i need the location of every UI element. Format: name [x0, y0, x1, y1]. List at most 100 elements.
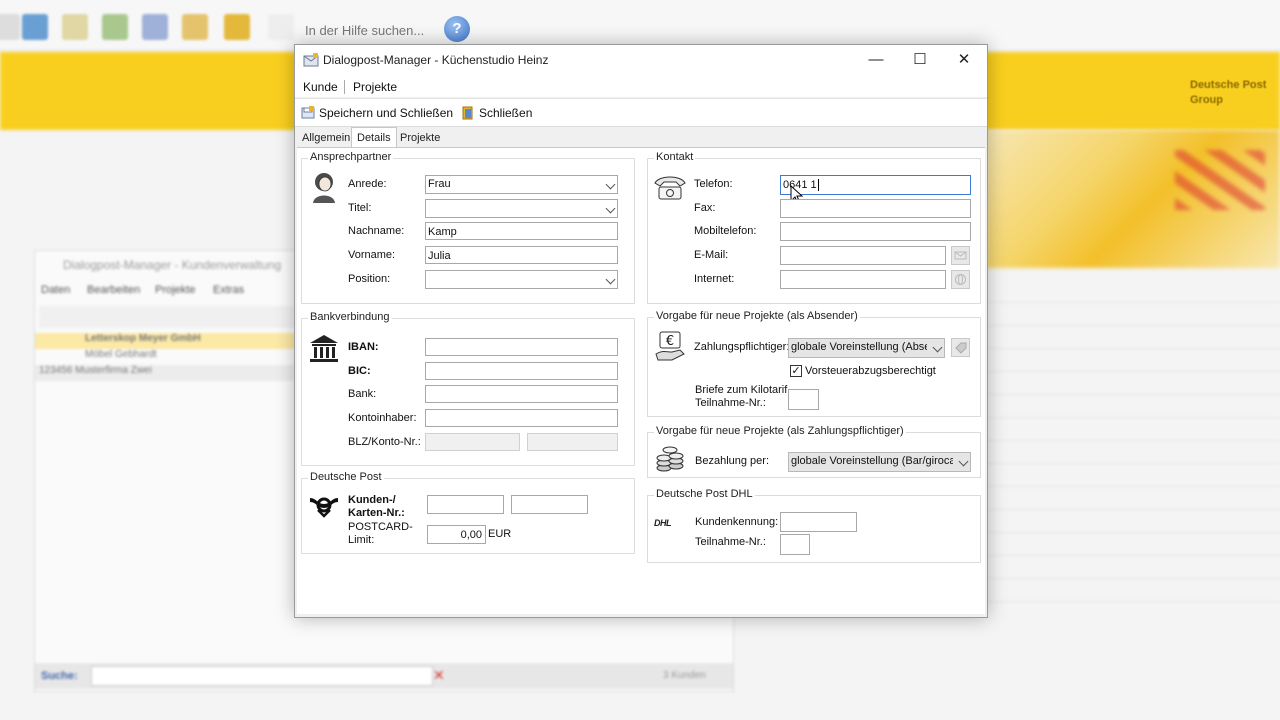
toolbar-icon	[62, 14, 88, 40]
close-button[interactable]: ✕	[941, 45, 987, 75]
menu-item-extras[interactable]: Extras	[213, 284, 244, 296]
bezahlung-select[interactable]: globale Voreinstellung (Bar/girocar	[788, 452, 971, 472]
postcard-label: POSTCARD-	[348, 521, 413, 533]
konto-input	[527, 433, 618, 451]
postcard-limit-input[interactable]: 0,00	[427, 525, 486, 544]
app-icon	[303, 53, 319, 67]
tag-icon	[955, 342, 967, 354]
group-title: Vorgabe für neue Projekte (als Absender)	[654, 310, 860, 322]
kunden-nr-input[interactable]	[427, 495, 504, 514]
group-ansprechpartner: Ansprechpartner Anrede: Frau Titel: Nach…	[301, 151, 635, 304]
text-caret	[817, 179, 819, 192]
telefon-input[interactable]: 0641 1	[780, 175, 971, 195]
kundenkennung-input[interactable]	[780, 512, 857, 532]
zahlungspflichtiger-value: globale Voreinstellung (Abser	[791, 341, 927, 353]
globe-icon	[955, 274, 966, 285]
bezahlung-value: globale Voreinstellung (Bar/girocar	[791, 455, 953, 467]
internet-input[interactable]	[780, 270, 946, 289]
clear-search-icon[interactable]: ✕	[433, 667, 445, 684]
menu-kunde[interactable]: Kunde	[303, 80, 338, 94]
zahlungspflichtiger-select[interactable]: globale Voreinstellung (Abser	[788, 338, 945, 358]
anrede-select[interactable]: Frau	[425, 175, 618, 194]
vorname-label: Vorname:	[348, 249, 396, 261]
search-bar: Suche: ✕ 3 Kunden	[35, 663, 733, 689]
chevron-down-icon	[605, 203, 616, 214]
kartennr-label: Karten-Nr.:	[348, 507, 405, 519]
vorsteuer-checkbox[interactable]: ✓	[790, 365, 802, 377]
nachname-input[interactable]: Kamp	[425, 222, 618, 240]
group-kontakt: Kontakt Telefon: 0641 1 Fax: Mobiltelefo…	[647, 151, 981, 304]
dhl-teilnahme-label: Teilnahme-Nr.:	[695, 536, 766, 548]
bank-input[interactable]	[425, 385, 618, 403]
minimize-button[interactable]: —	[853, 45, 899, 75]
menu-item-projekte[interactable]: Projekte	[155, 284, 195, 296]
search-input[interactable]	[91, 666, 433, 686]
toolbar: Speichern und Schließen Schließen	[295, 98, 987, 127]
bank-icon	[310, 335, 338, 362]
kontoinhaber-input[interactable]	[425, 409, 618, 427]
fax-label: Fax:	[694, 202, 716, 214]
blz-label: BLZ/Konto-Nr.:	[348, 436, 421, 448]
zahlungspflichtiger-edit-button[interactable]	[951, 338, 970, 357]
customer-count: 3 Kunden	[663, 670, 706, 681]
toolbar-icon	[224, 14, 250, 40]
email-label: E-Mail:	[694, 249, 729, 261]
fax-input[interactable]	[780, 199, 971, 218]
tab-details[interactable]: Details	[351, 127, 397, 149]
background-left-labels	[0, 255, 36, 655]
group-title: Deutsche Post	[308, 471, 384, 483]
help-search-input[interactable]: In der Hilfe suchen...	[305, 23, 424, 38]
titel-select[interactable]	[425, 199, 618, 218]
euro-hand-icon: €	[655, 331, 685, 361]
tab-projekte[interactable]: Projekte	[395, 130, 445, 148]
dhl-teilnahme-input[interactable]	[780, 534, 810, 555]
kilotarif-teilnahme-input[interactable]	[788, 389, 819, 410]
bezahlung-label: Bezahlung per:	[695, 455, 769, 467]
group-title: Ansprechpartner	[308, 151, 394, 163]
nachname-label: Nachname:	[348, 225, 405, 237]
mobiltelefon-label: Mobiltelefon:	[694, 225, 757, 237]
group-title: Vorgabe für neue Projekte (als Zahlungsp…	[654, 425, 906, 437]
chevron-down-icon	[605, 179, 616, 190]
tab-allgemein[interactable]: Allgemein	[297, 130, 355, 148]
email-input[interactable]	[780, 246, 946, 265]
open-website-button[interactable]	[951, 270, 970, 289]
list-item[interactable]: Letterskop Meyer GmbH	[35, 333, 315, 349]
menu-item-bearbeiten[interactable]: Bearbeiten	[87, 284, 140, 296]
bic-input[interactable]	[425, 362, 618, 380]
menu-item-daten[interactable]: Daten	[41, 284, 70, 296]
menu-separator	[344, 80, 345, 94]
help-icon[interactable]: ?	[444, 16, 470, 42]
internet-label: Internet:	[694, 273, 735, 285]
send-email-button[interactable]	[951, 246, 970, 265]
list-item[interactable]: Möbel Gebhardt	[35, 349, 315, 365]
menu-projekte[interactable]: Projekte	[353, 80, 397, 94]
maximize-button[interactable]: ☐	[897, 45, 943, 75]
zahlungspflichtiger-label: Zahlungspflichtiger:	[694, 341, 790, 353]
post-horn-icon	[310, 497, 338, 518]
karten-nr-input[interactable]	[511, 495, 588, 514]
title-bar[interactable]: Dialogpost-Manager - Küchenstudio Heinz …	[295, 45, 987, 75]
customer-list: Letterskop Meyer GmbH Möbel Gebhardt 123…	[35, 333, 315, 381]
group-title: Deutsche Post DHL	[654, 488, 755, 500]
toolbar-icon	[102, 14, 128, 40]
list-item[interactable]: 123456 Musterfirma Zwei	[35, 365, 315, 381]
vorname-input[interactable]: Julia	[425, 246, 618, 264]
kilotarif-label: Briefe zum Kilotarif	[695, 384, 788, 396]
iban-input[interactable]	[425, 338, 618, 356]
tab-strip: Allgemein Details Projekte	[295, 127, 987, 149]
brand-text: Deutsche Post Group	[1190, 78, 1266, 108]
chevron-down-icon	[932, 342, 943, 353]
close-dialog-button[interactable]: Schließen	[461, 103, 532, 123]
group-title: Bankverbindung	[308, 311, 392, 323]
anrede-label: Anrede:	[348, 178, 387, 190]
menu-bar: Kunde Projekte	[295, 75, 987, 97]
chevron-down-icon	[958, 456, 969, 467]
telefon-label: Telefon:	[694, 178, 733, 190]
telephone-icon	[654, 176, 686, 200]
save-and-close-button[interactable]: Speichern und Schließen	[301, 103, 453, 123]
position-select[interactable]	[425, 270, 618, 289]
close-label: Schließen	[479, 106, 533, 120]
group-bankverbindung: Bankverbindung IBAN: BIC: Bank: Kontoinh…	[301, 311, 635, 466]
mobiltelefon-input[interactable]	[780, 222, 971, 241]
